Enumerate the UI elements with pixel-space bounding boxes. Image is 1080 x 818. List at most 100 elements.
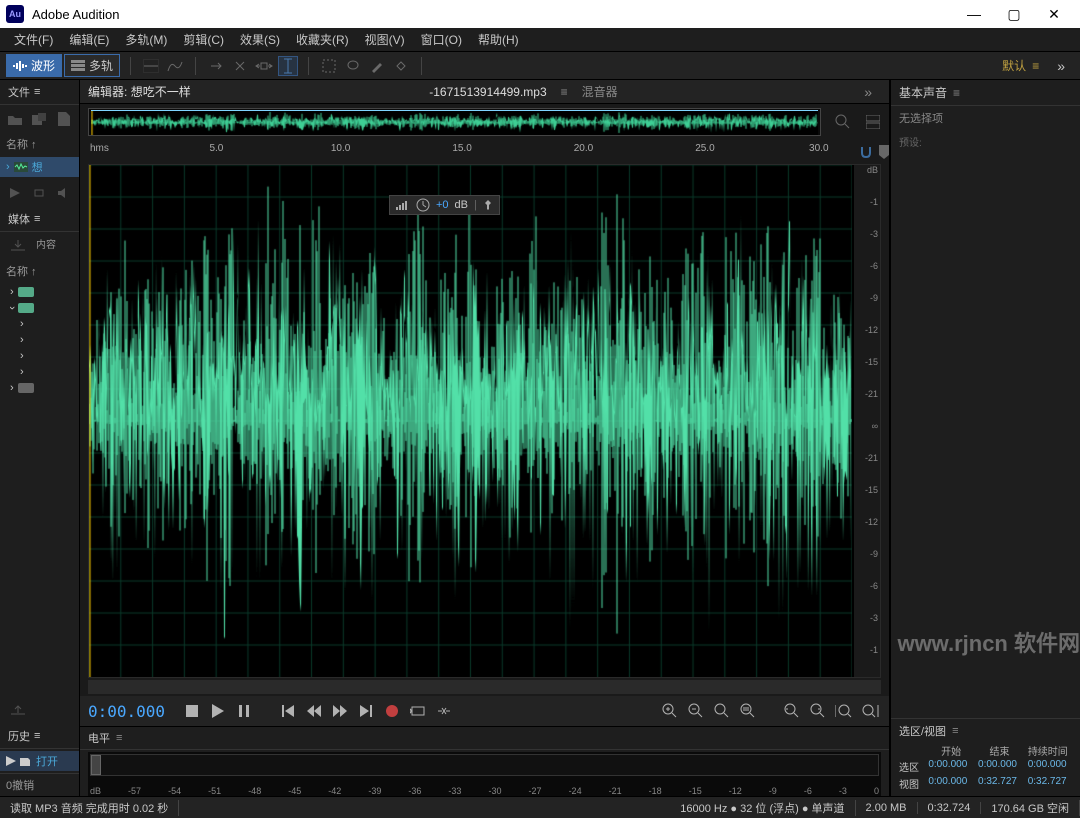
loop-playback-button[interactable] bbox=[407, 700, 429, 722]
navigator-overview[interactable] bbox=[88, 108, 821, 136]
nav-layout-icon[interactable] bbox=[863, 112, 883, 132]
razor-tool-icon[interactable] bbox=[230, 56, 250, 76]
workspace-menu-icon[interactable]: ≡ bbox=[1032, 59, 1039, 73]
file-item[interactable]: › 想 bbox=[0, 157, 79, 177]
menu-clip[interactable]: 剪辑(C) bbox=[175, 31, 232, 48]
media-name-column[interactable]: 名称 ↑ bbox=[0, 260, 79, 282]
forward-button[interactable] bbox=[329, 700, 351, 722]
menu-edit[interactable]: 编辑(E) bbox=[61, 31, 117, 48]
menu-file[interactable]: 文件(F) bbox=[6, 31, 61, 48]
gain-hud[interactable]: +0 dB | bbox=[389, 195, 500, 215]
selection-view-panel: 选区/视图≡ 开始 结束 持续时间 选区 0:00.000 0:00.000 0… bbox=[891, 718, 1080, 796]
gain-value[interactable]: +0 bbox=[436, 199, 449, 211]
zoom-selection-icon[interactable] bbox=[737, 700, 759, 722]
tree-item[interactable]: › bbox=[0, 348, 79, 364]
zoom-in-icon[interactable] bbox=[659, 700, 681, 722]
ruler-tick: 25.0 bbox=[695, 143, 714, 154]
zoom-in-point-icon[interactable] bbox=[781, 700, 803, 722]
menu-multitrack[interactable]: 多轨(M) bbox=[117, 31, 175, 48]
zoom-sel-in-icon[interactable] bbox=[833, 700, 855, 722]
pin-icon[interactable] bbox=[483, 200, 493, 210]
play-icon[interactable] bbox=[8, 183, 22, 203]
level-fader[interactable] bbox=[91, 755, 101, 775]
media-panel-tab[interactable]: 媒体≡ bbox=[0, 207, 79, 232]
menu-window[interactable]: 窗口(O) bbox=[413, 31, 470, 48]
history-item[interactable]: 打开 bbox=[0, 751, 79, 771]
loop-icon[interactable] bbox=[32, 183, 46, 203]
brush-tool-icon[interactable] bbox=[367, 56, 387, 76]
healing-tool-icon[interactable] bbox=[391, 56, 411, 76]
multitrack-view-button[interactable]: 多轨 bbox=[64, 54, 120, 77]
spectral-pitch-icon[interactable] bbox=[165, 56, 185, 76]
stop-button[interactable] bbox=[181, 700, 203, 722]
skip-start-button[interactable] bbox=[277, 700, 299, 722]
levels-meter[interactable]: dB-57-54-51-48-45-42-39-36-33-30-27-24-2… bbox=[88, 752, 881, 796]
history-panel-tab[interactable]: 历史≡ bbox=[0, 724, 79, 749]
ruler-unit: hms bbox=[90, 143, 109, 154]
view-row: 视图 0:00.000 0:32.727 0:32.727 bbox=[899, 775, 1072, 792]
import-icon[interactable] bbox=[32, 109, 46, 129]
rewind-button[interactable] bbox=[303, 700, 325, 722]
marquee-tool-icon[interactable] bbox=[319, 56, 339, 76]
maximize-button[interactable]: ▢ bbox=[994, 6, 1034, 23]
files-name-column[interactable]: 名称 ↑ bbox=[0, 133, 79, 155]
watermark-text: www.rjncn 软件网 bbox=[897, 626, 1080, 658]
lasso-tool-icon[interactable] bbox=[343, 56, 363, 76]
zoom-sel-out-icon[interactable] bbox=[859, 700, 881, 722]
toolbar-more-icon[interactable]: » bbox=[1049, 58, 1074, 74]
menu-help[interactable]: 帮助(H) bbox=[470, 31, 527, 48]
skip-selection-button[interactable] bbox=[433, 700, 455, 722]
undo-count: 0撤销 bbox=[0, 773, 79, 796]
ruler-tick: 5.0 bbox=[209, 143, 223, 154]
ruler-tick: 30.0 bbox=[809, 143, 828, 154]
spectral-freq-icon[interactable] bbox=[141, 56, 161, 76]
essential-sound-tab[interactable]: 基本声音≡ bbox=[891, 80, 1080, 106]
files-panel-tab[interactable]: 文件≡ bbox=[0, 80, 79, 105]
volume-icon[interactable] bbox=[57, 183, 71, 203]
tree-item[interactable]: › bbox=[0, 300, 79, 316]
close-button[interactable]: ✕ bbox=[1034, 6, 1074, 23]
new-file-icon[interactable] bbox=[57, 109, 71, 129]
play-button[interactable] bbox=[207, 700, 229, 722]
move-tool-icon[interactable] bbox=[206, 56, 226, 76]
ruler-tick: 20.0 bbox=[574, 143, 593, 154]
editor-more-icon[interactable]: » bbox=[856, 84, 881, 100]
marker-icon[interactable] bbox=[879, 142, 889, 162]
record-button[interactable] bbox=[381, 700, 403, 722]
selection-view-tab[interactable]: 选区/视图 bbox=[899, 723, 946, 739]
menu-effects[interactable]: 效果(S) bbox=[232, 31, 288, 48]
skip-end-button[interactable] bbox=[355, 700, 377, 722]
editor-tab-menu-icon[interactable]: ≡ bbox=[561, 85, 568, 99]
editor-filename[interactable]: -1671513914499.mp3 bbox=[429, 85, 546, 99]
open-file-icon[interactable] bbox=[8, 109, 22, 129]
snap-icon[interactable] bbox=[859, 142, 873, 162]
levels-tab[interactable]: 电平 bbox=[88, 730, 110, 746]
right-panels: 基本声音≡ 无选择项 预设: www.rjncn 软件网 选区/视图≡ 开始 结… bbox=[890, 80, 1080, 796]
waveform-display[interactable]: +0 dB | dB-1-3-6-9-12-15-21∞-21-15-12-9-… bbox=[88, 164, 881, 678]
minimize-button[interactable]: — bbox=[954, 6, 994, 22]
no-selection-label: 无选择项 bbox=[891, 106, 1080, 130]
pause-button[interactable] bbox=[233, 700, 255, 722]
time-selection-tool-icon[interactable] bbox=[278, 56, 298, 76]
mixer-tab[interactable]: 混音器 bbox=[582, 83, 618, 100]
time-ruler[interactable]: hms 5.0 10.0 15.0 20.0 25.0 30.0 bbox=[88, 140, 847, 160]
tree-item[interactable]: › bbox=[0, 364, 79, 380]
horizontal-scrollbar[interactable] bbox=[88, 680, 881, 694]
tree-item[interactable]: › bbox=[0, 380, 79, 396]
tree-item[interactable]: › bbox=[0, 284, 79, 300]
zoom-out-point-icon[interactable] bbox=[807, 700, 829, 722]
export-icon[interactable] bbox=[8, 700, 28, 720]
timecode-display[interactable]: 0:00.000 bbox=[88, 702, 165, 721]
menu-view[interactable]: 视图(V) bbox=[357, 31, 413, 48]
zoom-nav-icon[interactable] bbox=[833, 112, 853, 132]
tree-item[interactable]: › bbox=[0, 316, 79, 332]
workspace-label[interactable]: 默认 bbox=[1002, 57, 1026, 74]
tree-item[interactable]: › bbox=[0, 332, 79, 348]
zoom-full-icon[interactable] bbox=[711, 700, 733, 722]
ingest-icon[interactable] bbox=[8, 236, 28, 256]
zoom-out-icon[interactable] bbox=[685, 700, 707, 722]
waveform-view-button[interactable]: 波形 bbox=[6, 54, 62, 77]
amplitude-scale: dB-1-3-6-9-12-15-21∞-21-15-12-9-6-3-1dB bbox=[854, 165, 880, 677]
menu-favorites[interactable]: 收藏夹(R) bbox=[288, 31, 357, 48]
slip-tool-icon[interactable] bbox=[254, 56, 274, 76]
